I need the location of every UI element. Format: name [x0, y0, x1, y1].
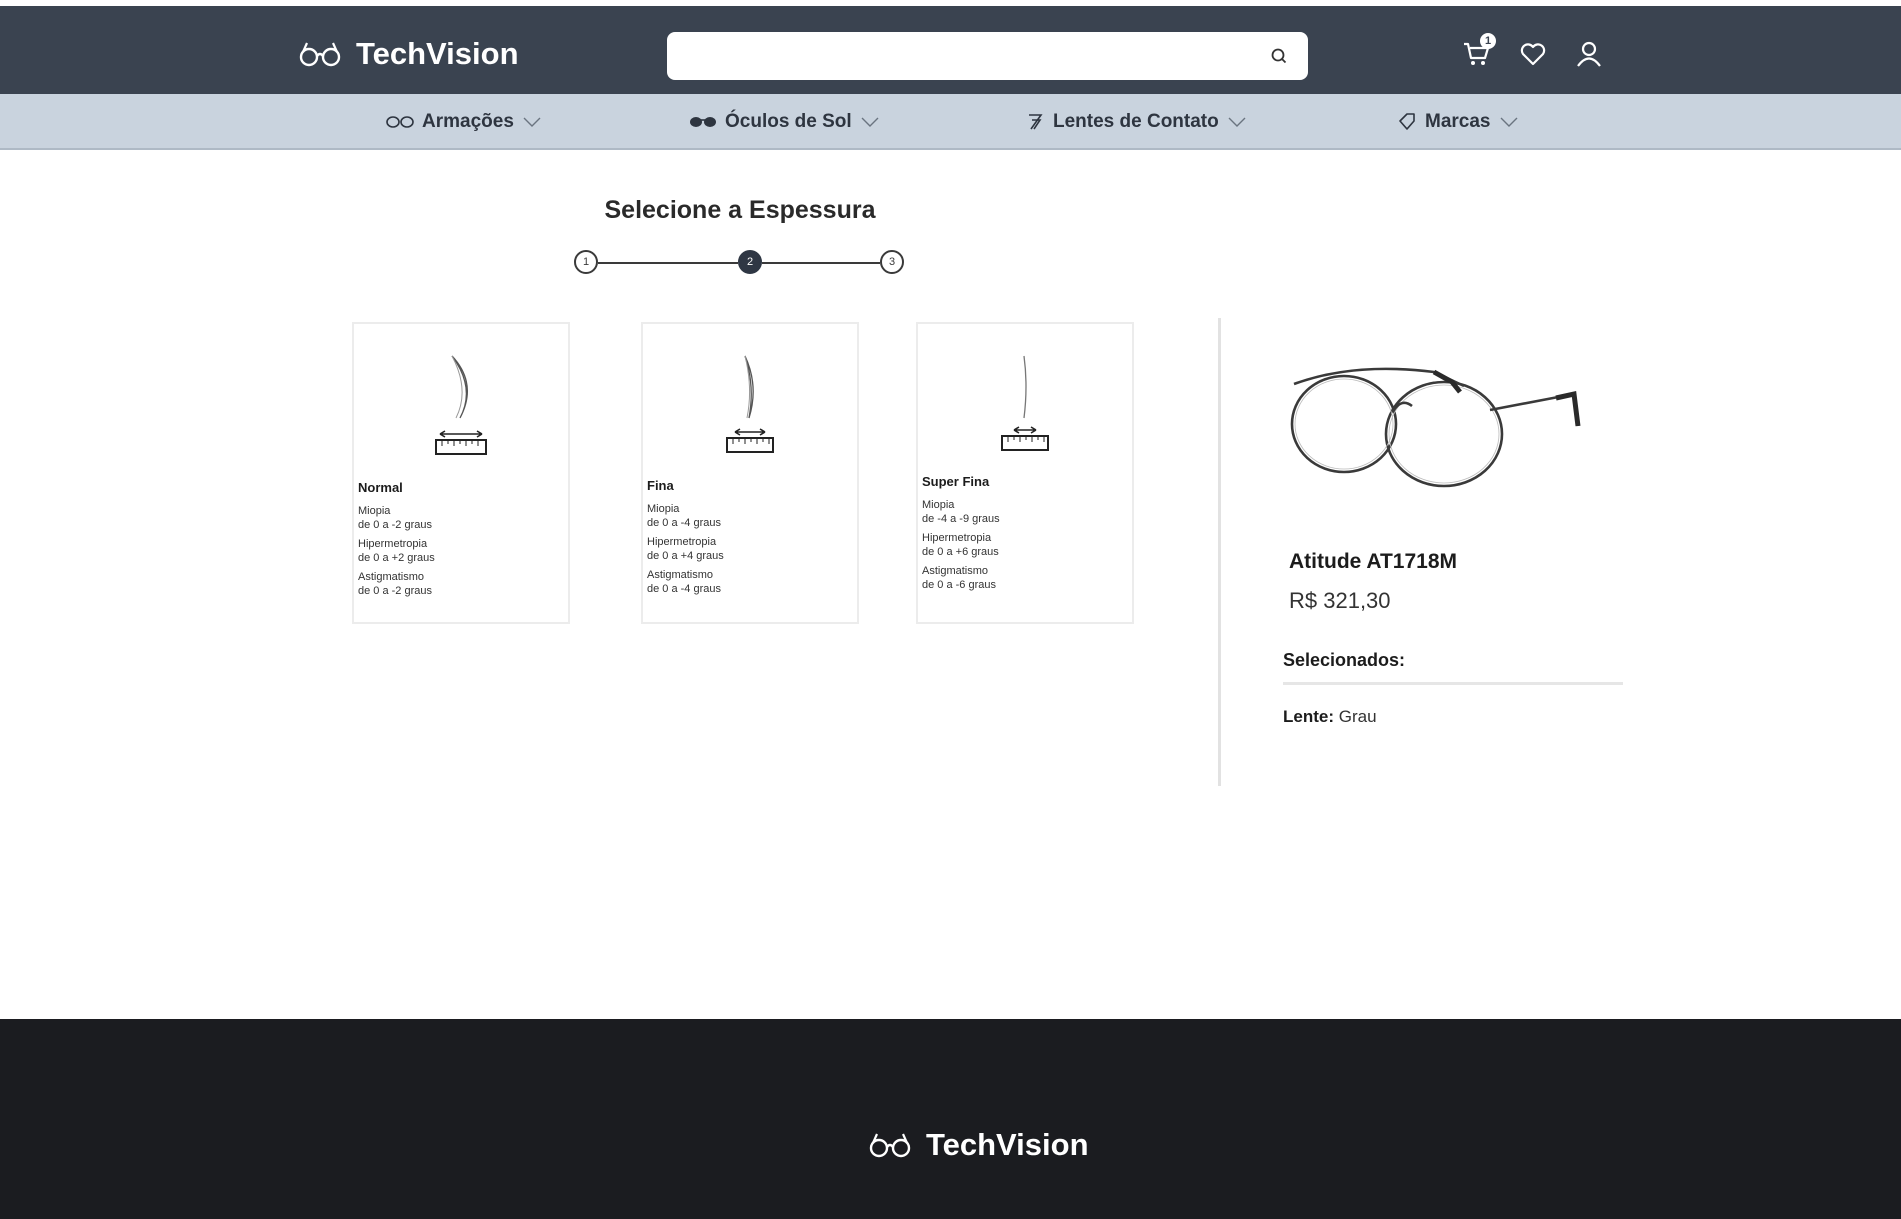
- nav-item-armacoes[interactable]: Armações: [386, 94, 542, 150]
- footer-brand-name: TechVision: [926, 1127, 1089, 1162]
- step-2-active[interactable]: 2: [738, 250, 762, 274]
- nav-label: Armações: [422, 111, 514, 132]
- tag-icon: [1399, 113, 1415, 130]
- user-icon: [1577, 41, 1601, 67]
- nav-label: Marcas: [1425, 111, 1491, 132]
- lens-thickness-super-fina-icon: [1001, 355, 1049, 451]
- search-icon[interactable]: [1268, 45, 1290, 67]
- nav-label: Lentes de Contato: [1053, 111, 1219, 132]
- nav-item-lentes-de-contato[interactable]: Lentes de Contato: [1025, 94, 1247, 150]
- nav-item-marcas[interactable]: Marcas: [1397, 94, 1519, 150]
- chevron-down-icon: [1228, 117, 1246, 127]
- chevron-down-icon: [1500, 117, 1517, 127]
- option-card-fina[interactable]: Fina Miopia de 0 a -4 graus Hipermetropia…: [641, 322, 859, 624]
- page-title: Selecione a Espessura: [604, 196, 876, 224]
- condition-range: de 0 a -2 graus: [358, 519, 432, 531]
- condition-name: Hipermetropia: [358, 538, 428, 550]
- lens-value: Grau: [1338, 707, 1377, 726]
- header-icons: 1: [1460, 33, 1606, 74]
- lens-label: Lente:: [1283, 707, 1334, 726]
- product-price: R$ 321,30: [1289, 588, 1391, 613]
- option-ranges: Miopia de 0 a -4 graus Hipermetropia de 0 …: [647, 502, 724, 601]
- product-name: Atitude AT1718M: [1289, 550, 1458, 573]
- site-header: TechVision 1: [0, 6, 1901, 94]
- option-card-super-fina[interactable]: Super Fina Miopia de -4 a -9 graus Hiperm…: [916, 322, 1134, 624]
- option-card-normal[interactable]: Normal Miopia de 0 a -2 graus Hipermetrop…: [352, 322, 570, 624]
- condition-name: Miopia: [647, 503, 680, 515]
- selected-lens: Lente: Grau: [1283, 707, 1377, 727]
- condition-range: de 0 a +2 graus: [358, 552, 435, 564]
- contact-lens-icon: [1029, 114, 1043, 130]
- condition-name: Astigmatismo: [647, 569, 714, 581]
- condition-name: Hipermetropia: [922, 532, 992, 544]
- selected-divider: [1283, 682, 1623, 685]
- cart-button[interactable]: 1: [1460, 33, 1496, 71]
- brand-name: TechVision: [356, 36, 519, 71]
- stepper-line: [598, 262, 738, 264]
- step-1[interactable]: 1: [574, 250, 598, 274]
- condition-name: Miopia: [922, 499, 955, 511]
- glasses-logo-icon: [869, 1133, 911, 1158]
- sunglasses-icon: [690, 117, 716, 127]
- heart-icon: [1520, 43, 1546, 66]
- site-footer: TechVision: [0, 1019, 1901, 1219]
- option-title: Fina: [647, 478, 674, 493]
- option-title: Normal: [358, 480, 403, 495]
- condition-name: Astigmatismo: [922, 565, 989, 577]
- wishlist-button[interactable]: [1516, 37, 1550, 71]
- option-ranges: Miopia de 0 a -2 graus Hipermetropia de 0 …: [358, 504, 435, 603]
- brand-logo[interactable]: TechVision: [298, 32, 519, 76]
- section-divider: [1218, 318, 1221, 786]
- step-3[interactable]: 3: [880, 250, 904, 274]
- lens-thickness-normal-icon: [435, 355, 487, 455]
- chevron-down-icon: [861, 117, 879, 127]
- condition-range: de 0 a +6 graus: [922, 546, 999, 558]
- progress-stepper: 1 2 3: [574, 250, 904, 276]
- footer-logo[interactable]: TechVision: [868, 1127, 1089, 1163]
- condition-range: de 0 a -2 graus: [358, 585, 432, 597]
- search-input[interactable]: [667, 32, 1257, 80]
- lens-thickness-fina-icon: [726, 355, 774, 453]
- selected-heading: Selecionados:: [1283, 650, 1406, 670]
- nav-item-oculos-de-sol[interactable]: Óculos de Sol: [689, 94, 880, 150]
- cart-badge: 1: [1480, 33, 1496, 49]
- option-ranges: Miopia de -4 a -9 graus Hipermetropia de 0…: [922, 498, 1000, 597]
- condition-range: de 0 a +4 graus: [647, 550, 724, 562]
- chevron-down-icon: [523, 117, 541, 127]
- condition-name: Miopia: [358, 505, 391, 517]
- option-title: Super Fina: [922, 474, 990, 489]
- glasses-outline-icon: [386, 116, 414, 128]
- stepper-line: [762, 262, 880, 264]
- condition-range: de -4 a -9 graus: [922, 513, 1000, 525]
- account-button[interactable]: [1572, 37, 1606, 71]
- nav-label: Óculos de Sol: [725, 111, 852, 132]
- condition-name: Hipermetropia: [647, 536, 717, 548]
- glasses-logo-icon: [299, 42, 341, 67]
- product-image-glasses: [1290, 367, 1581, 488]
- condition-range: de 0 a -6 graus: [922, 579, 996, 591]
- condition-name: Astigmatismo: [358, 571, 425, 583]
- category-nav: Armações Óculos de Sol Lentes de Contato…: [0, 94, 1901, 150]
- condition-range: de 0 a -4 graus: [647, 583, 721, 595]
- condition-range: de 0 a -4 graus: [647, 517, 721, 529]
- search-box: [667, 32, 1308, 80]
